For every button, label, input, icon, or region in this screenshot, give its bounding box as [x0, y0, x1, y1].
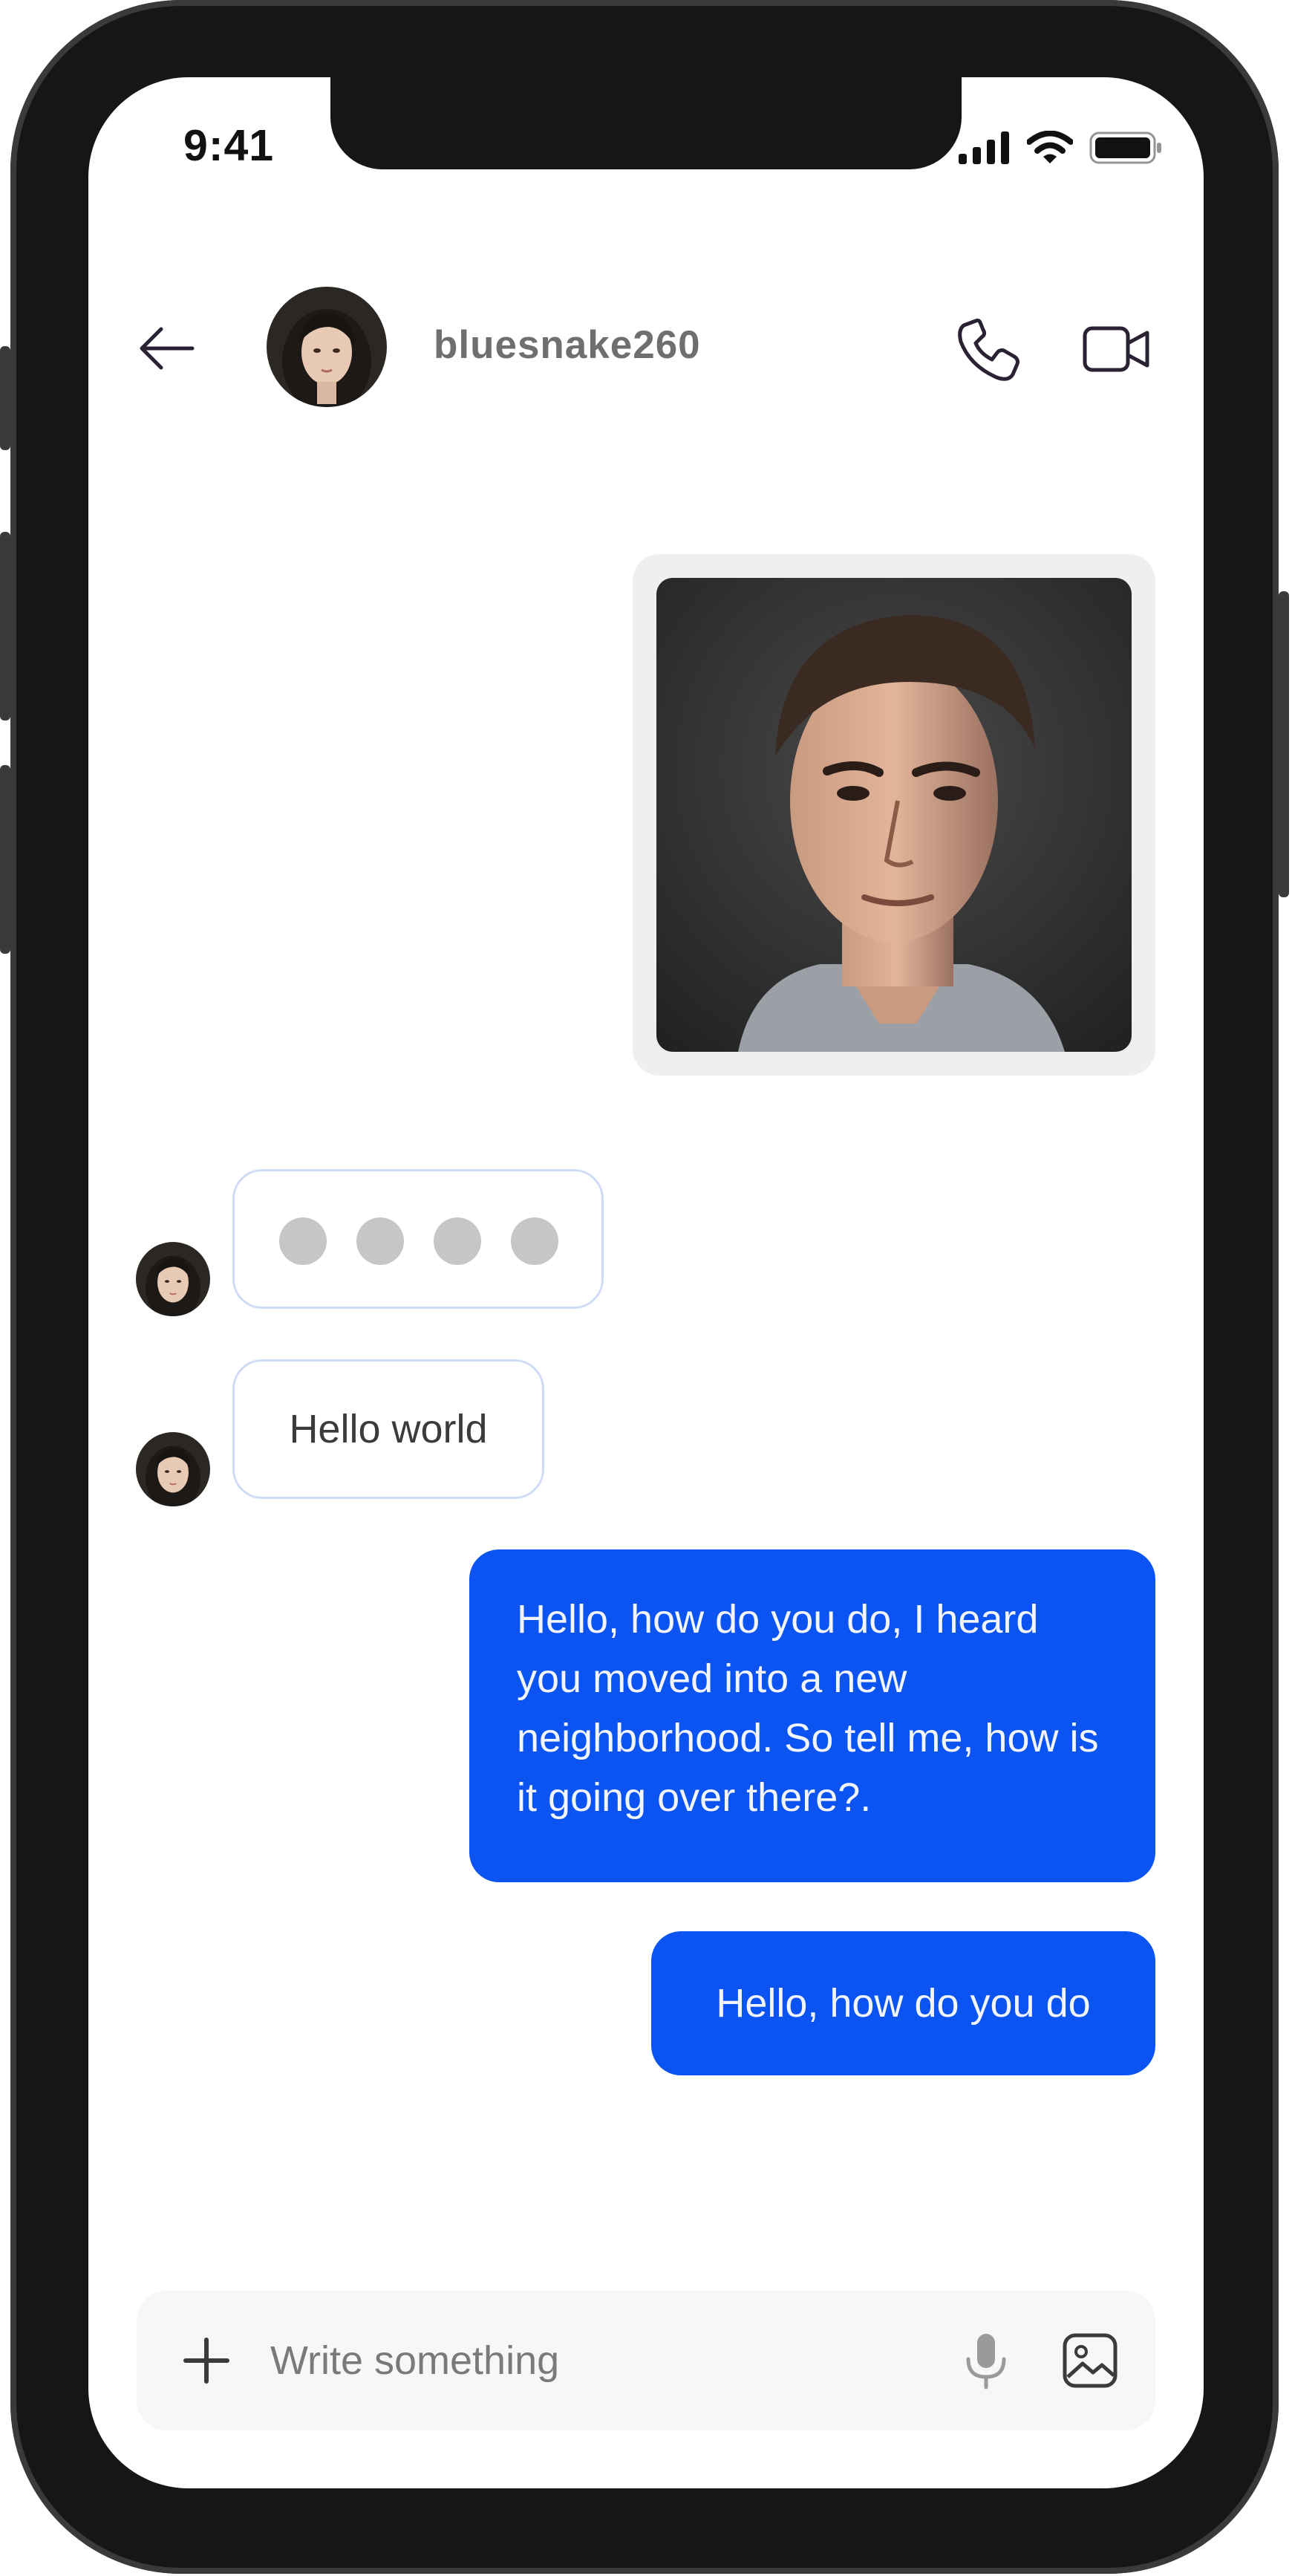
call-button[interactable]	[953, 313, 1025, 385]
phone-icon	[958, 318, 1019, 381]
incoming-message[interactable]: Hello world	[232, 1359, 544, 1499]
add-attachment-button[interactable]	[181, 2335, 232, 2386]
arrow-left-icon	[140, 327, 195, 370]
phone-power-button	[1279, 591, 1289, 897]
chat-screen: 9:41 bluesnake260 Hello world Hello, how…	[88, 77, 1204, 2488]
back-button[interactable]	[133, 315, 200, 382]
wifi-icon	[1027, 131, 1073, 163]
status-time: 9:41	[183, 121, 275, 170]
shared-photo[interactable]	[656, 578, 1132, 1052]
attach-image-button[interactable]	[1062, 2332, 1118, 2389]
sender-avatar[interactable]	[136, 1242, 210, 1316]
status-icons	[959, 131, 1162, 165]
typing-dot	[356, 1217, 404, 1265]
battery-icon	[1089, 131, 1161, 164]
cellular-signal-icon	[959, 131, 1009, 164]
video-camera-icon	[1083, 326, 1149, 372]
message-input[interactable]	[270, 2291, 924, 2430]
outgoing-message[interactable]: Hello, how do you do, I heard you moved …	[469, 1549, 1155, 1882]
outgoing-image-message[interactable]	[633, 554, 1155, 1076]
notch	[330, 77, 962, 169]
microphone-icon	[966, 2334, 1006, 2390]
voice-message-button[interactable]	[956, 2331, 1016, 2390]
message-composer	[137, 2291, 1155, 2430]
typing-dot	[434, 1217, 481, 1265]
outgoing-message[interactable]: Hello, how do you do	[651, 1931, 1155, 2075]
typing-dot	[511, 1217, 558, 1265]
contact-name[interactable]: bluesnake260	[434, 322, 701, 368]
phone-volume-up-button	[0, 532, 10, 721]
image-icon	[1063, 2333, 1118, 2388]
typing-indicator	[232, 1169, 604, 1309]
sender-avatar[interactable]	[136, 1432, 210, 1506]
phone-silent-switch	[0, 346, 10, 450]
phone-volume-down-button	[0, 765, 10, 954]
contact-avatar[interactable]	[267, 287, 387, 407]
typing-dot	[279, 1217, 327, 1265]
video-call-button[interactable]	[1082, 319, 1153, 379]
plus-icon	[183, 2338, 229, 2384]
